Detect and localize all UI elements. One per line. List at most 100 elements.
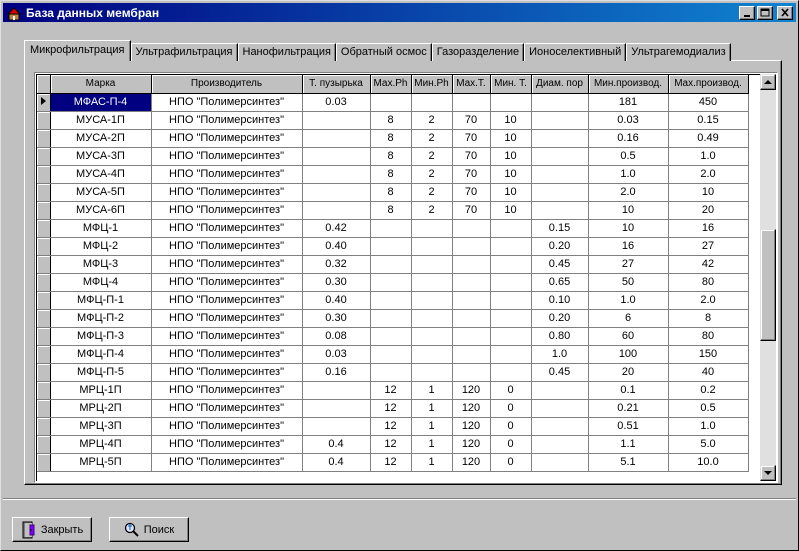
table-cell[interactable]: МУСА-5П — [50, 183, 152, 202]
column-header[interactable]: Max.производ. — [668, 75, 749, 94]
table-cell[interactable]: 2.0 — [668, 291, 749, 310]
table-cell[interactable]: 50 — [588, 273, 669, 292]
column-header[interactable]: Max.Ph — [370, 75, 412, 94]
table-cell[interactable]: МРЦ-5П — [50, 453, 152, 472]
table-cell[interactable]: 2 — [411, 183, 453, 202]
close-button[interactable]: Закрыть — [12, 517, 92, 542]
table-row[interactable]: МУСА-1П НПО "Полимерсинтез" 8 2 70 10 0.03 0.15 — [37, 111, 749, 130]
table-cell[interactable]: МРЦ-4П — [50, 435, 152, 454]
close-window-button[interactable] — [777, 5, 793, 20]
table-cell[interactable]: 16 — [668, 219, 749, 238]
row-indicator[interactable] — [37, 111, 51, 130]
table-cell[interactable]: 0 — [490, 417, 532, 436]
row-indicator[interactable] — [37, 273, 51, 292]
table-cell[interactable]: 0.10 — [531, 291, 589, 310]
table-cell[interactable]: 70 — [452, 165, 491, 184]
table-cell[interactable]: 0 — [490, 435, 532, 454]
table-cell[interactable] — [490, 219, 532, 238]
row-indicator[interactable] — [37, 435, 51, 454]
table-cell[interactable] — [370, 93, 412, 112]
table-cell[interactable]: 8 — [370, 129, 412, 148]
table-cell[interactable]: 12 — [370, 453, 412, 472]
table-row[interactable]: МУСА-6П НПО "Полимерсинтез" 8 2 70 10 10 20 — [37, 201, 749, 220]
row-indicator[interactable] — [37, 327, 51, 346]
table-cell[interactable]: НПО "Полимерсинтез" — [151, 273, 303, 292]
scroll-thumb[interactable] — [760, 229, 776, 341]
table-cell[interactable] — [411, 327, 453, 346]
table-cell[interactable] — [411, 237, 453, 256]
table-cell[interactable] — [302, 129, 371, 148]
row-indicator[interactable] — [37, 165, 51, 184]
table-cell[interactable]: МФЦ-П-1 — [50, 291, 152, 310]
table-cell[interactable]: МФАС-П-4 — [50, 93, 152, 112]
table-cell[interactable] — [370, 273, 412, 292]
table-cell[interactable]: 0.03 — [588, 111, 669, 130]
table-cell[interactable] — [302, 165, 371, 184]
column-header[interactable]: Мин.производ. — [588, 75, 669, 94]
table-cell[interactable]: 10 — [490, 129, 532, 148]
table-cell[interactable]: НПО "Полимерсинтез" — [151, 111, 303, 130]
table-cell[interactable] — [490, 237, 532, 256]
table-cell[interactable]: 2 — [411, 201, 453, 220]
tab-gas-separation[interactable]: Газоразделение — [431, 43, 525, 61]
row-indicator[interactable] — [37, 291, 51, 310]
table-cell[interactable] — [531, 201, 589, 220]
column-header[interactable]: Марка — [50, 75, 152, 94]
table-cell[interactable]: 2 — [411, 129, 453, 148]
table-row[interactable]: МУСА-2П НПО "Полимерсинтез" 8 2 70 10 0.16 0.49 — [37, 129, 749, 148]
table-cell[interactable]: 0.1 — [588, 381, 669, 400]
table-cell[interactable] — [302, 399, 371, 418]
table-cell[interactable]: 450 — [668, 93, 749, 112]
table-cell[interactable]: 0 — [490, 453, 532, 472]
table-cell[interactable]: 27 — [588, 255, 669, 274]
table-cell[interactable] — [370, 327, 412, 346]
table-cell[interactable]: НПО "Полимерсинтез" — [151, 363, 303, 382]
table-cell[interactable]: НПО "Полимерсинтез" — [151, 435, 303, 454]
table-cell[interactable]: 1.0 — [668, 417, 749, 436]
table-cell[interactable]: НПО "Полимерсинтез" — [151, 309, 303, 328]
table-cell[interactable]: 0.21 — [588, 399, 669, 418]
table-cell[interactable]: 120 — [452, 399, 491, 418]
table-cell[interactable]: 0.08 — [302, 327, 371, 346]
table-cell[interactable] — [411, 363, 453, 382]
table-cell[interactable]: 70 — [452, 129, 491, 148]
maximize-button[interactable] — [757, 5, 773, 20]
table-cell[interactable]: 0 — [490, 381, 532, 400]
row-indicator[interactable] — [37, 237, 51, 256]
minimize-button[interactable] — [739, 5, 755, 20]
table-cell[interactable]: 8 — [370, 201, 412, 220]
table-cell[interactable]: 0.20 — [531, 309, 589, 328]
table-cell[interactable]: 2 — [411, 165, 453, 184]
row-indicator[interactable] — [37, 219, 51, 238]
table-row[interactable]: МФЦ-П-1 НПО "Полимерсинтез" 0.40 0.10 1.0 2.0 — [37, 291, 749, 310]
table-cell[interactable]: 8 — [370, 183, 412, 202]
table-cell[interactable]: МФЦ-3 — [50, 255, 152, 274]
table-cell[interactable] — [490, 255, 532, 274]
table-cell[interactable]: НПО "Полимерсинтез" — [151, 345, 303, 364]
table-cell[interactable]: НПО "Полимерсинтез" — [151, 93, 303, 112]
table-cell[interactable]: 6 — [588, 309, 669, 328]
table-cell[interactable]: 10 — [490, 165, 532, 184]
table-cell[interactable]: 10 — [668, 183, 749, 202]
row-indicator[interactable] — [37, 201, 51, 220]
table-cell[interactable]: МФЦ-4 — [50, 273, 152, 292]
table-cell[interactable]: 1 — [411, 417, 453, 436]
table-cell[interactable]: 1 — [411, 435, 453, 454]
tab-ultrafiltration[interactable]: Ультрафильтрация — [130, 43, 238, 61]
table-cell[interactable] — [302, 147, 371, 166]
table-cell[interactable]: 100 — [588, 345, 669, 364]
table-cell[interactable] — [370, 309, 412, 328]
table-cell[interactable]: НПО "Полимерсинтез" — [151, 201, 303, 220]
table-cell[interactable] — [452, 93, 491, 112]
table-row[interactable]: МФАС-П-4 НПО "Полимерсинтез" 0.03 181 450 — [37, 93, 749, 112]
table-cell[interactable] — [411, 219, 453, 238]
table-cell[interactable] — [531, 111, 589, 130]
table-cell[interactable]: НПО "Полимерсинтез" — [151, 147, 303, 166]
table-cell[interactable] — [370, 291, 412, 310]
table-cell[interactable] — [452, 327, 491, 346]
table-cell[interactable]: МРЦ-2П — [50, 399, 152, 418]
table-row[interactable]: МФЦ-1 НПО "Полимерсинтез" 0.42 0.15 10 16 — [37, 219, 749, 238]
table-cell[interactable] — [531, 453, 589, 472]
table-cell[interactable]: 0.49 — [668, 129, 749, 148]
table-cell[interactable]: МФЦ-П-2 — [50, 309, 152, 328]
